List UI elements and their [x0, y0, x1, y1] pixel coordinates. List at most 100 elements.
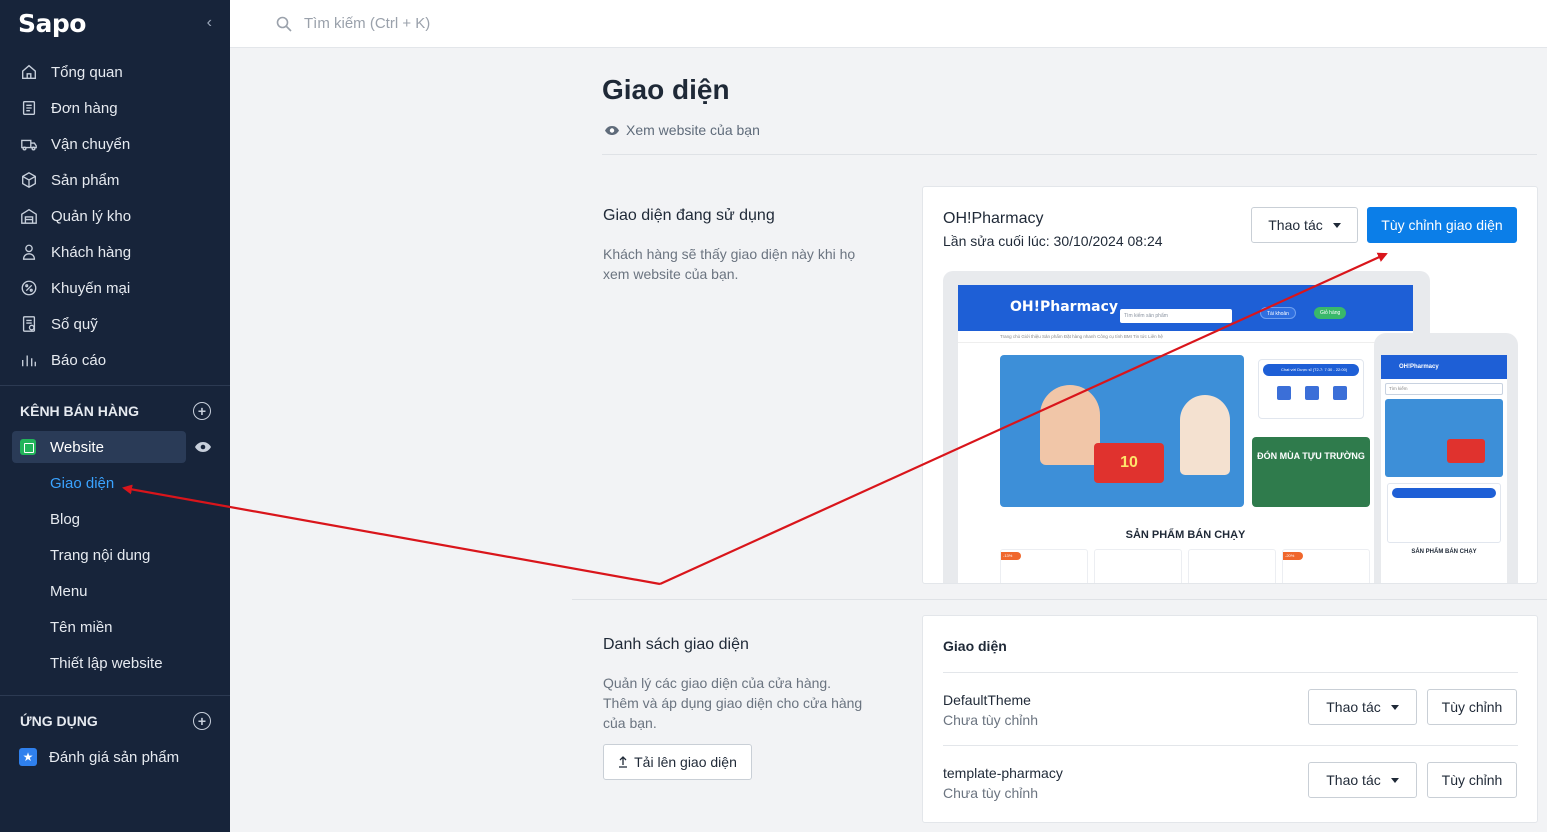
preview-discount-tag: -20% [1283, 552, 1303, 560]
chart-icon [19, 350, 39, 370]
sidebar-item-overview[interactable]: Tổng quan [0, 54, 230, 90]
mobile-preview-chat-box [1387, 483, 1501, 543]
preview-product-card [1188, 549, 1276, 583]
sapo-logo[interactable]: Sapo [18, 9, 86, 38]
mobile-preview-chat-bar [1392, 488, 1496, 498]
theme-row-status: Chưa tùy chỉnh [943, 785, 1038, 801]
warehouse-icon [19, 206, 39, 226]
add-channel-icon[interactable]: + [193, 402, 211, 420]
sidebar-item-shipping[interactable]: Vận chuyển [0, 126, 230, 162]
sidebar-item-product-reviews[interactable]: ★ Đánh giá sản phẩm [0, 739, 230, 775]
website-pill[interactable]: Website [12, 431, 186, 463]
row-divider [943, 672, 1518, 673]
eye-icon [605, 125, 619, 135]
preview-site-nav: Trang chủ Giới thiệu Sản phẩm Đặt hàng n… [958, 331, 1413, 343]
upload-theme-button[interactable]: Tải lên giao diện [603, 744, 752, 780]
preview-product-card [1094, 549, 1182, 583]
box-icon [19, 170, 39, 190]
cashbook-icon [19, 314, 39, 334]
preview-product-card: -13% [1000, 549, 1088, 583]
sidebar-subitem-domains[interactable]: Tên miền [0, 609, 230, 645]
theme-actions-button[interactable]: Thao tác [1251, 207, 1358, 243]
section-divider [572, 599, 1547, 600]
preview-side-banner: ĐÓN MÙA TỰU TRƯỜNG [1252, 437, 1370, 507]
sidebar-subitem-website-settings[interactable]: Thiết lập website [0, 645, 230, 681]
current-theme-card: OH!Pharmacy Lần sửa cuối lúc: 30/10/2024… [922, 186, 1538, 584]
preview-ico [1305, 386, 1319, 400]
order-icon [19, 98, 39, 118]
preview-chat-bar: Chat với Dược sĩ (T2-7: 7:30 - 22:00) [1263, 364, 1359, 376]
sidebar-item-label: Sổ quỹ [51, 315, 98, 333]
theme-row-actions-button[interactable]: Thao tác [1308, 762, 1417, 798]
sidebar-item-cashbook[interactable]: Sổ quỹ [0, 306, 230, 342]
theme-actions-label: Thao tác [1268, 217, 1323, 233]
sidebar-item-reports[interactable]: Báo cáo [0, 342, 230, 378]
discount-icon [19, 278, 39, 298]
preview-ico [1277, 386, 1291, 400]
caret-down-icon [1390, 704, 1399, 710]
sidebar-item-label: Báo cáo [51, 351, 107, 369]
theme-list-header: Giao diện [943, 638, 1007, 654]
preview-banner-products [1180, 395, 1230, 475]
sidebar-subitem-blog[interactable]: Blog [0, 501, 230, 537]
mobile-preview-search: Tìm kiếm [1385, 383, 1503, 395]
home-icon [19, 62, 39, 82]
sidebar-divider [0, 695, 230, 696]
sidebar-subitem-pages[interactable]: Trang nội dung [0, 537, 230, 573]
sidebar-item-label: Đánh giá sản phẩm [49, 748, 180, 766]
sidebar-item-orders[interactable]: Đơn hàng [0, 90, 230, 126]
preview-ico [1333, 386, 1347, 400]
topbar [230, 0, 1547, 48]
theme-row-actions-label: Thao tác [1326, 699, 1381, 715]
preview-best-sellers: SẢN PHẨM BÁN CHẠY [1125, 529, 1246, 541]
preview-account: Tài khoản [1260, 307, 1296, 319]
theme-row-status: Chưa tùy chỉnh [943, 712, 1038, 728]
preview-chat-box: Chat với Dược sĩ (T2-7: 7:30 - 22:00) [1258, 359, 1364, 419]
add-app-icon[interactable]: + [193, 712, 211, 730]
user-icon [19, 242, 39, 262]
header-divider [602, 154, 1537, 155]
theme-row-customize-button[interactable]: Tùy chỉnh [1427, 689, 1517, 725]
sidebar-subitem-themes[interactable]: Giao diện [0, 465, 230, 501]
sidebar-item-products[interactable]: Sản phẩm [0, 162, 230, 198]
eye-icon[interactable] [194, 440, 212, 454]
caret-down-icon [1390, 777, 1399, 783]
preview-site-logo: OH!Pharmacy [1010, 299, 1119, 315]
theme-row-name: DefaultTheme [943, 692, 1031, 708]
preview-banner-offer: 10 [1094, 443, 1164, 483]
collapse-sidebar-icon[interactable]: ‹ [207, 14, 212, 32]
preview-site-search: Tìm kiếm sản phẩm [1120, 309, 1232, 323]
view-website-link[interactable]: Xem website của bạn [604, 122, 760, 138]
row-divider [943, 745, 1518, 746]
preview-discount-tag: -13% [1001, 552, 1021, 560]
website-label: Website [50, 438, 104, 456]
theme-list-title: Danh sách giao diện [603, 636, 749, 653]
sidebar-item-website[interactable]: Website [0, 429, 230, 465]
preview-cart: Giỏ hàng [1314, 307, 1347, 319]
truck-icon [19, 134, 39, 154]
theme-row-customize-button[interactable]: Tùy chỉnh [1427, 762, 1517, 798]
sidebar-item-label: Vận chuyển [51, 135, 131, 153]
sales-channel-title: KÊNH BÁN HÀNG [20, 403, 139, 419]
theme-list-card: Giao diện DefaultTheme Chưa tùy chỉnh Th… [922, 615, 1538, 823]
current-theme-desc: Khách hàng sẽ thấy giao diện này khi họ … [603, 246, 856, 282]
theme-row-actions-button[interactable]: Thao tác [1308, 689, 1417, 725]
sidebar-item-label: Sản phẩm [51, 171, 120, 189]
search-input[interactable] [304, 15, 604, 32]
mobile-preview-header: OH!Pharmacy [1381, 355, 1507, 379]
sidebar-item-label: Đơn hàng [51, 99, 118, 117]
sidebar-item-promotions[interactable]: Khuyến mại [0, 270, 230, 306]
sidebar-item-customers[interactable]: Khách hàng [0, 234, 230, 270]
sidebar-divider [0, 385, 230, 386]
sidebar-subitem-menu[interactable]: Menu [0, 573, 230, 609]
customize-theme-button[interactable]: Tùy chỉnh giao diện [1367, 207, 1517, 243]
upload-icon [619, 756, 628, 768]
star-icon: ★ [19, 748, 37, 766]
mobile-preview-banner [1385, 399, 1503, 477]
caret-down-icon [1332, 222, 1341, 228]
apps-title: ỨNG DỤNG [20, 713, 98, 729]
theme-list-desc: Quản lý các giao diện của cửa hàng. Thêm… [603, 675, 863, 731]
preview-banner-person [1040, 385, 1100, 465]
sidebar-item-warehouse[interactable]: Quản lý kho [0, 198, 230, 234]
sales-channel-heading: KÊNH BÁN HÀNG + [0, 393, 230, 429]
